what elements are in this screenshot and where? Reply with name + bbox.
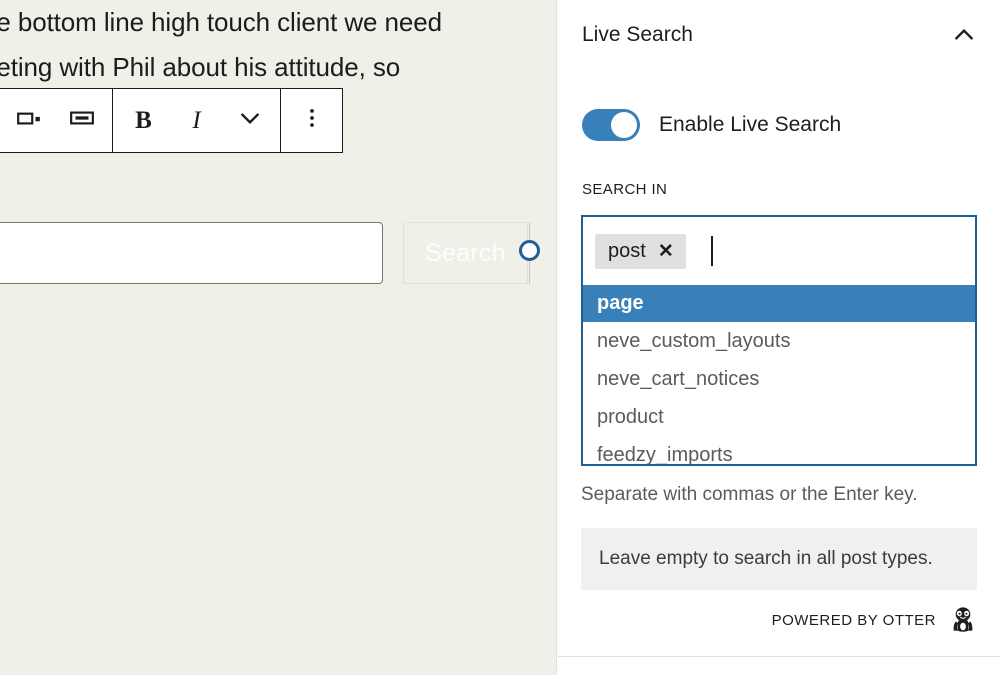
- more-formats-button[interactable]: [223, 89, 276, 152]
- dropdown-option-neve-cart-notices[interactable]: neve_cart_notices: [583, 360, 975, 398]
- screen-root: he bottom line high touch client we need…: [0, 0, 1000, 675]
- token-post[interactable]: post ✕: [595, 234, 686, 269]
- powered-by-otter: POWERED BY OTTER: [772, 606, 976, 634]
- notice-text: Leave empty to search in all post types.: [599, 548, 933, 570]
- dropdown-option-neve-custom-layouts[interactable]: neve_custom_layouts: [583, 322, 975, 360]
- powered-by-label: POWERED BY OTTER: [772, 612, 936, 629]
- search-submit-button[interactable]: Search: [403, 222, 528, 284]
- enable-live-search-label: Enable Live Search: [659, 113, 841, 137]
- paragraph-line-1: he bottom line high touch client we need: [0, 0, 556, 45]
- dropdown-option-page[interactable]: page: [583, 285, 975, 322]
- chevron-up-icon[interactable]: [951, 22, 977, 48]
- block-resize-handle[interactable]: [519, 240, 540, 261]
- search-in-help-text: Separate with commas or the Enter key.: [581, 484, 918, 506]
- italic-button[interactable]: I: [170, 89, 223, 152]
- search-in-notice: Leave empty to search in all post types.: [581, 528, 977, 590]
- search-in-dropdown: page neve_custom_layouts neve_cart_notic…: [581, 285, 977, 466]
- close-icon[interactable]: ✕: [658, 242, 674, 261]
- toolbar-group-block: [0, 89, 113, 152]
- settings-sidebar: Live Search Enable Live Search SEARCH IN…: [556, 0, 1000, 675]
- more-options-button[interactable]: [285, 89, 338, 152]
- toggle-knob: [611, 112, 637, 138]
- toolbar-group-options: [281, 89, 342, 152]
- button-width-icon: [69, 105, 95, 136]
- otter-logo-icon: [950, 606, 976, 634]
- search-input[interactable]: [0, 222, 383, 284]
- search-in-label: SEARCH IN: [582, 181, 667, 198]
- button-width-button[interactable]: [55, 89, 108, 152]
- text-caret: [711, 236, 713, 266]
- dropdown-option-feedzy-imports[interactable]: feedzy_imports: [583, 436, 975, 466]
- chevron-down-icon: [237, 105, 263, 136]
- more-options-vertical-icon: [299, 105, 325, 136]
- sidebar-bottom-divider: [558, 656, 1000, 657]
- align-options-button[interactable]: [2, 89, 55, 152]
- toolbar-group-format: B I: [113, 89, 281, 152]
- enable-live-search-row: Enable Live Search: [582, 109, 841, 141]
- panel-title: Live Search: [582, 23, 693, 47]
- search-block: Search: [0, 222, 528, 284]
- dropdown-option-product[interactable]: product: [583, 398, 975, 436]
- editor-paragraph[interactable]: he bottom line high touch client we need…: [0, 0, 556, 90]
- align-options-icon: [16, 105, 42, 136]
- bold-button[interactable]: B: [117, 89, 170, 152]
- token-label: post: [608, 240, 646, 263]
- editor-canvas: he bottom line high touch client we need…: [0, 0, 556, 675]
- search-in-token-field[interactable]: post ✕: [581, 215, 977, 285]
- block-toolbar: B I: [0, 88, 343, 153]
- panel-header-live-search[interactable]: Live Search: [557, 0, 1000, 70]
- enable-live-search-toggle[interactable]: [582, 109, 640, 141]
- paragraph-line-2: eeting with Phil about his attitude, so: [0, 45, 556, 90]
